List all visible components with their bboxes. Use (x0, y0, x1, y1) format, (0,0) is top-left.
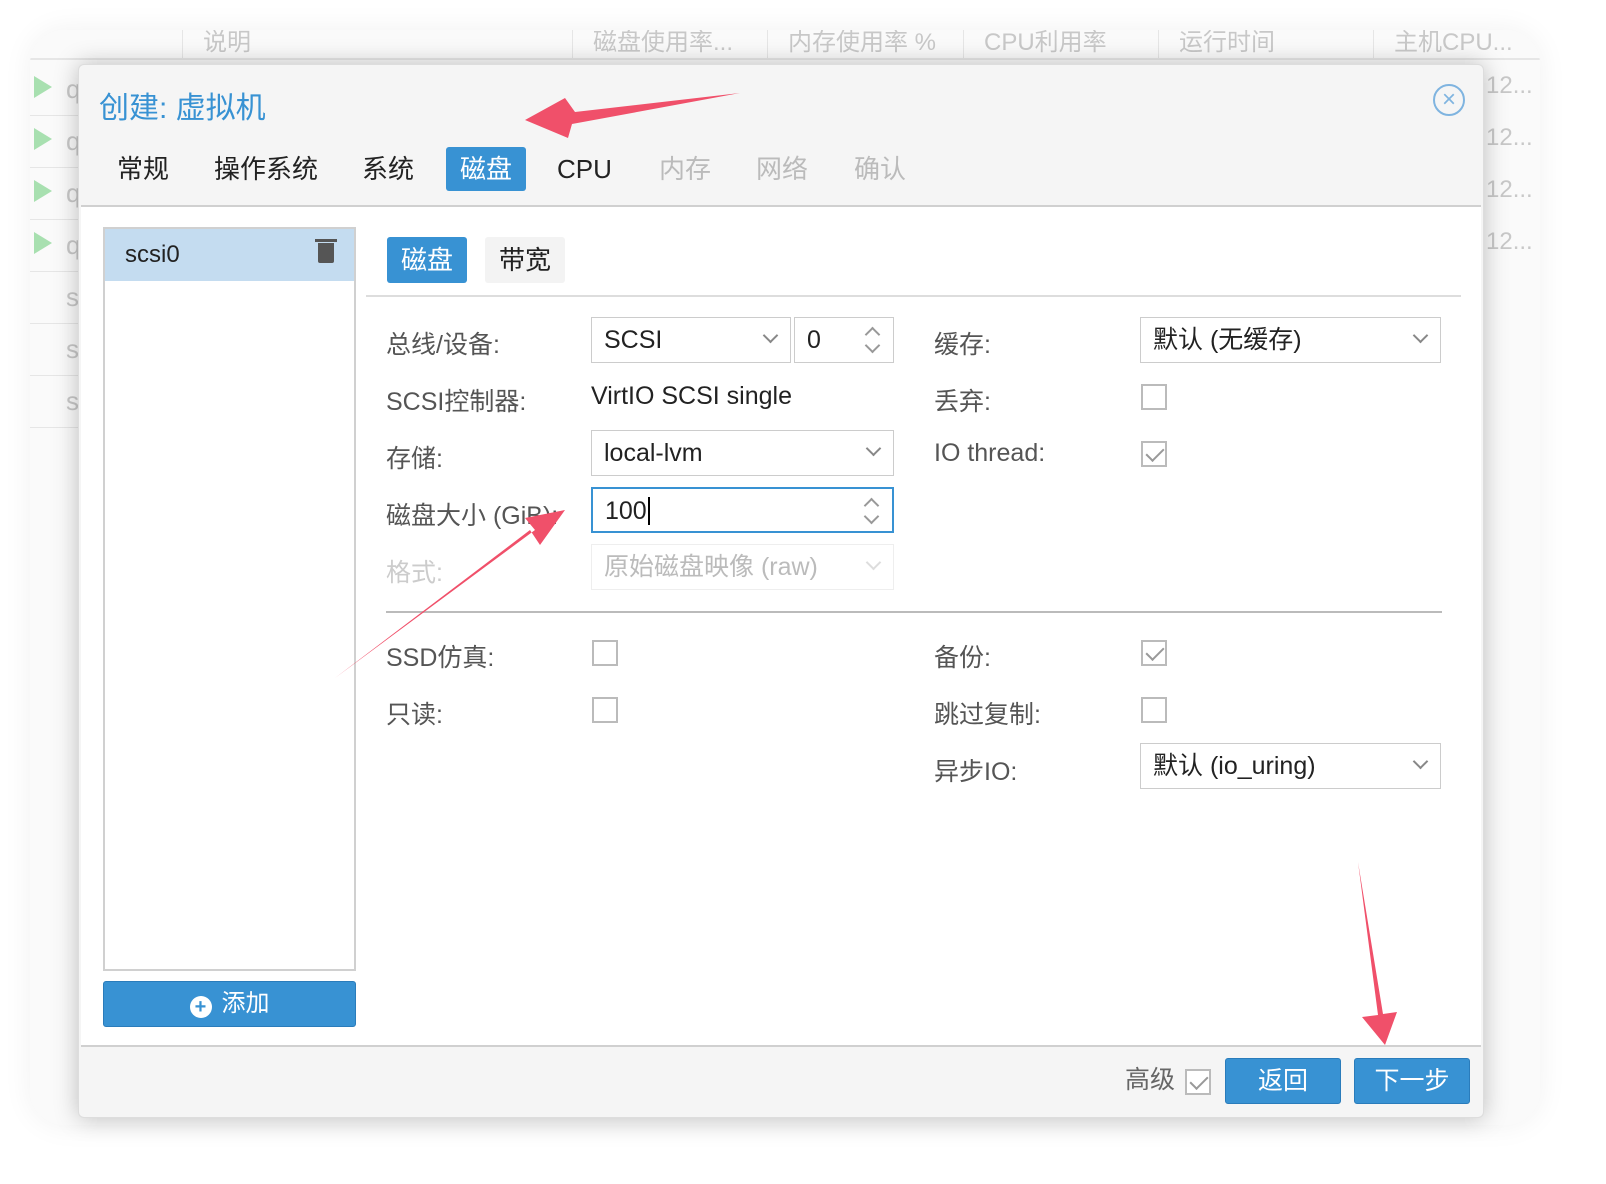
arrow-annotation (1358, 862, 1397, 1045)
annotation-arrows (335, 93, 1397, 1045)
arrow-annotation (335, 510, 565, 678)
arrow-annotation (525, 93, 740, 138)
